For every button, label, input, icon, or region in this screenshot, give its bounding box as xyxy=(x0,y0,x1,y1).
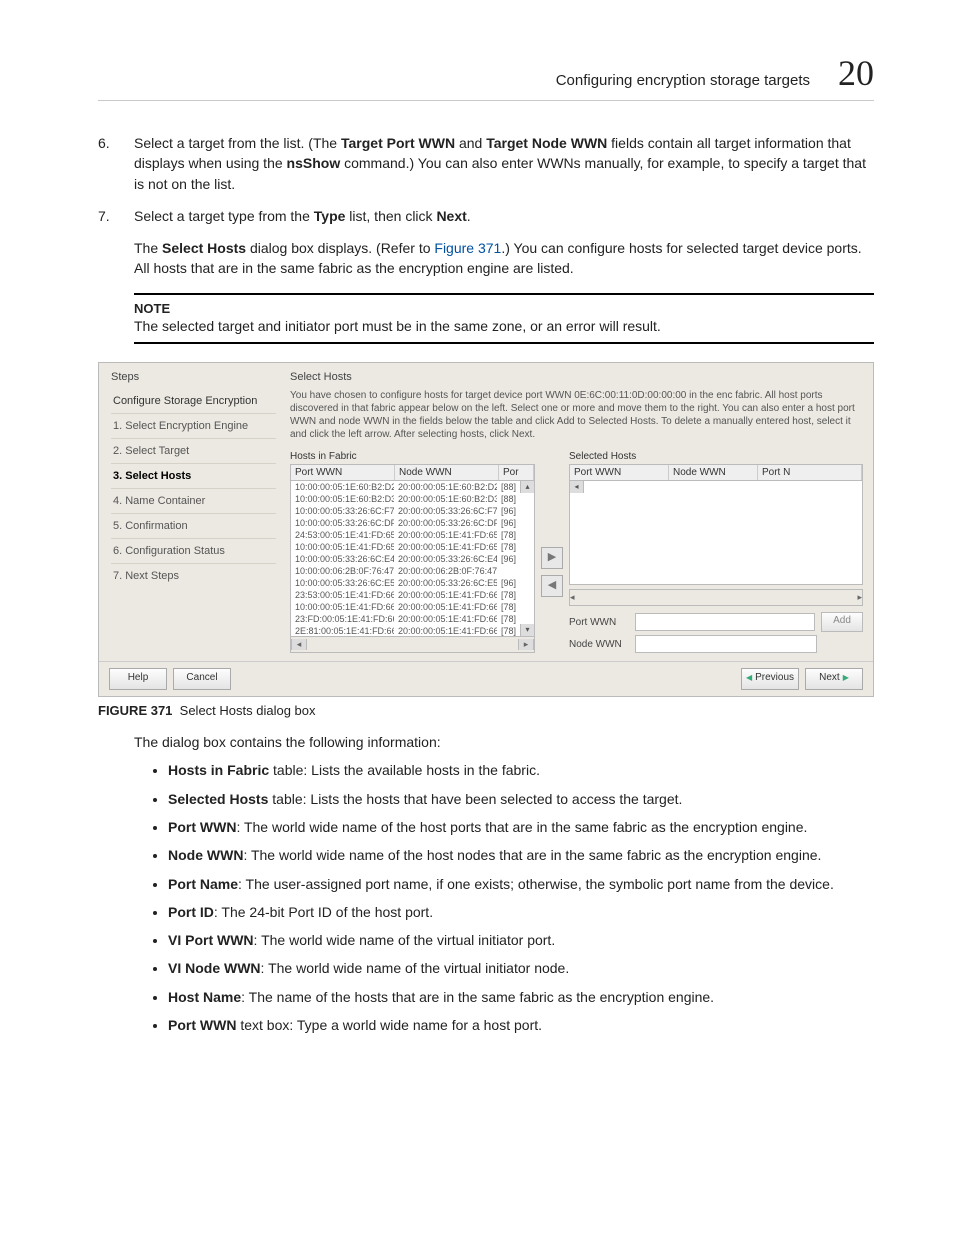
scroll-left-handle-icon[interactable]: ◂ xyxy=(570,481,584,493)
node-wwn-input[interactable] xyxy=(635,635,817,653)
hosts-in-fabric-table[interactable]: ▴ ▾ 10:00:00:05:1E:60:B2:D220:00:00:05:1… xyxy=(290,481,535,637)
wizard-step[interactable]: 7. Next Steps xyxy=(111,563,276,588)
intro-following-info: The dialog box contains the following in… xyxy=(134,732,874,752)
table-row[interactable]: 10:00:00:05:33:26:6C:E520:00:00:05:33:26… xyxy=(291,577,534,589)
wizard-steps-pane: Steps Configure Storage Encryption 1. Se… xyxy=(99,363,286,661)
info-bullet-list: Hosts in Fabric table: Lists the availab… xyxy=(98,760,874,1035)
selected-hosts-header: Port WWN Node WWN Port N xyxy=(569,464,863,481)
table-row[interactable]: 10:00:00:05:1E:41:FD:6620:00:00:05:1E:41… xyxy=(291,601,534,613)
list-item: Host Name: The name of the hosts that ar… xyxy=(168,987,874,1007)
figure-text: Select Hosts dialog box xyxy=(180,703,316,718)
hosts-in-fabric-header: Port WWN Node WWN Por xyxy=(290,464,535,481)
move-right-button[interactable]: ▶ xyxy=(541,547,563,569)
next-button[interactable]: Next xyxy=(805,668,863,690)
list-item: Port WWN text box: Type a world wide nam… xyxy=(168,1015,874,1035)
wizard-step[interactable]: 2. Select Target xyxy=(111,438,276,463)
table-row[interactable]: 10:00:00:06:2B:0F:76:4720:00:00:06:2B:0F… xyxy=(291,565,534,577)
scroll-down-icon[interactable]: ▾ xyxy=(520,624,534,636)
hosts-in-fabric-label: Hosts in Fabric xyxy=(290,451,535,462)
table-row[interactable]: 23:53:00:05:1E:41:FD:6620:00:00:05:1E:41… xyxy=(291,589,534,601)
note-label: NOTE xyxy=(134,301,874,316)
note-text: The selected target and initiator port m… xyxy=(134,316,874,336)
scroll-left-icon[interactable]: ◂ xyxy=(570,592,575,603)
wizard-step[interactable]: 1. Select Encryption Engine xyxy=(111,413,276,438)
steps-pane-title: Steps xyxy=(111,371,276,383)
horizontal-scrollbar[interactable]: ◂ ▸ xyxy=(290,637,535,653)
scroll-left-icon[interactable]: ◂ xyxy=(291,639,307,650)
note-block: NOTE The selected target and initiator p… xyxy=(134,293,874,344)
step-7: 7. Select a target type from the Type li… xyxy=(98,206,874,226)
paragraph-select-hosts: The Select Hosts dialog box displays. (R… xyxy=(134,238,874,279)
list-item: Port WWN: The world wide name of the hos… xyxy=(168,817,874,837)
table-row[interactable]: 10:00:00:05:1E:60:B2:D320:00:00:05:1E:60… xyxy=(291,493,534,505)
content-pane-title: Select Hosts xyxy=(290,371,863,383)
step-6: 6. Select a target from the list. (The T… xyxy=(98,133,874,194)
list-item: Hosts in Fabric table: Lists the availab… xyxy=(168,760,874,780)
bold-type: Type xyxy=(314,208,346,224)
add-button[interactable]: Add xyxy=(821,612,863,632)
scroll-right-icon[interactable]: ▸ xyxy=(518,639,534,650)
table-row[interactable]: 10:00:00:05:33:26:6C:DF20:00:00:05:33:26… xyxy=(291,517,534,529)
table-row[interactable]: 23:FD:00:05:1E:41:FD:6620:00:00:05:1E:41… xyxy=(291,613,534,625)
horizontal-scrollbar[interactable]: ◂ ▸ xyxy=(569,589,863,606)
list-item: Selected Hosts table: Lists the hosts th… xyxy=(168,789,874,809)
list-item: VI Port WWN: The world wide name of the … xyxy=(168,930,874,950)
selected-hosts-table[interactable]: ◂ xyxy=(569,481,863,585)
figure-caption: FIGURE 371 Select Hosts dialog box xyxy=(98,703,874,718)
bold-target-node-wwn: Target Node WWN xyxy=(486,135,607,151)
bold-select-hosts: Select Hosts xyxy=(162,240,246,256)
table-row[interactable]: 10:00:00:05:33:26:6C:E420:00:00:05:33:26… xyxy=(291,553,534,565)
wizard-step[interactable]: 4. Name Container xyxy=(111,488,276,513)
node-wwn-label: Node WWN xyxy=(569,639,629,650)
table-row[interactable]: 2E:81:00:05:1E:41:FD:6620:00:00:05:1E:41… xyxy=(291,625,534,637)
link-figure-371[interactable]: Figure 371 xyxy=(434,240,501,256)
page-header: Configuring encryption storage targets 2… xyxy=(98,52,874,101)
select-hosts-dialog: Steps Configure Storage Encryption 1. Se… xyxy=(98,362,874,697)
bold-target-port-wwn: Target Port WWN xyxy=(341,135,455,151)
list-item: Node WWN: The world wide name of the hos… xyxy=(168,845,874,865)
list-item: VI Node WWN: The world wide name of the … xyxy=(168,958,874,978)
bold-nsshow: nsShow xyxy=(287,155,341,171)
wizard-subtitle: Configure Storage Encryption xyxy=(111,389,276,413)
help-button[interactable]: Help xyxy=(109,668,167,690)
header-page-number: 20 xyxy=(838,52,874,94)
scroll-up-icon[interactable]: ▴ xyxy=(520,481,534,493)
cancel-button[interactable]: Cancel xyxy=(173,668,231,690)
dialog-instructions: You have chosen to configure hosts for t… xyxy=(290,389,863,441)
list-item: Port ID: The 24-bit Port ID of the host … xyxy=(168,902,874,922)
step-number: 6. xyxy=(98,133,116,194)
header-title: Configuring encryption storage targets xyxy=(556,72,810,89)
port-wwn-input[interactable] xyxy=(635,613,815,631)
wizard-step[interactable]: 6. Configuration Status xyxy=(111,538,276,563)
selected-hosts-label: Selected Hosts xyxy=(569,451,863,462)
table-row[interactable]: 10:00:00:05:1E:60:B2:D220:00:00:05:1E:60… xyxy=(291,481,534,493)
scroll-right-icon[interactable]: ▸ xyxy=(857,592,862,603)
port-wwn-label: Port WWN xyxy=(569,617,629,628)
table-row[interactable]: 10:00:00:05:33:26:6C:F720:00:00:05:33:26… xyxy=(291,505,534,517)
bold-next: Next xyxy=(436,208,466,224)
step-number: 7. xyxy=(98,206,116,226)
table-row[interactable]: 24:53:00:05:1E:41:FD:6520:00:00:05:1E:41… xyxy=(291,529,534,541)
wizard-step[interactable]: 5. Confirmation xyxy=(111,513,276,538)
previous-button[interactable]: Previous xyxy=(741,668,799,690)
list-item: Port Name: The user-assigned port name, … xyxy=(168,874,874,894)
wizard-step[interactable]: 3. Select Hosts xyxy=(111,463,276,488)
move-left-button[interactable]: ◀ xyxy=(541,575,563,597)
table-row[interactable]: 10:00:00:05:1E:41:FD:6520:00:00:05:1E:41… xyxy=(291,541,534,553)
figure-label: FIGURE 371 xyxy=(98,703,172,718)
